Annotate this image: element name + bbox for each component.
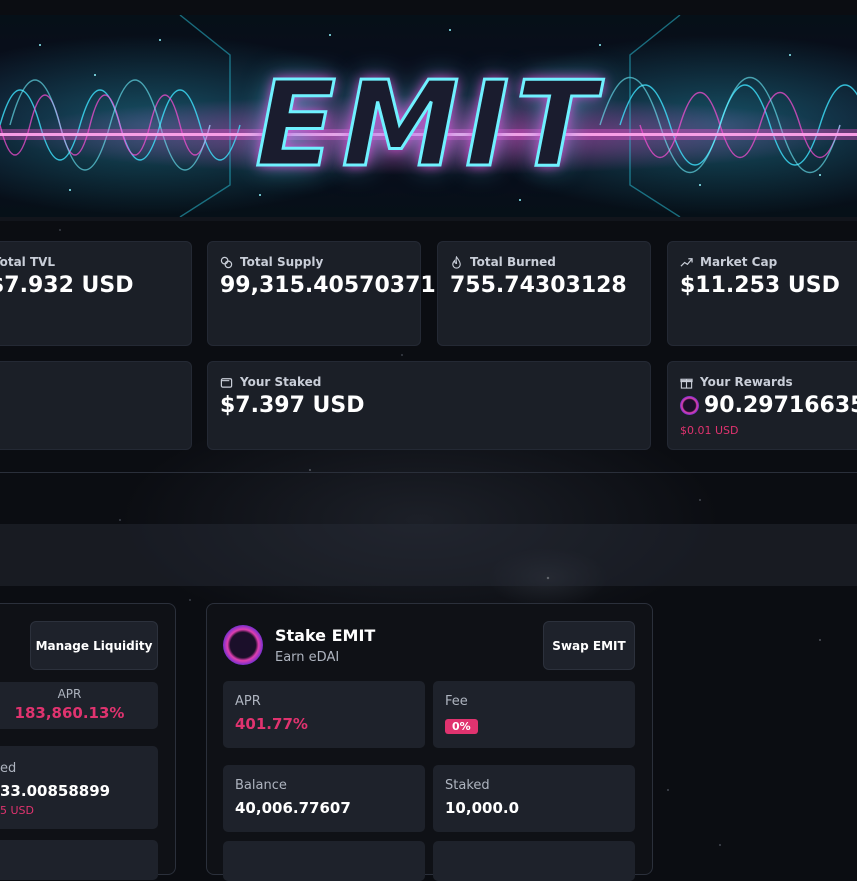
total-burned-label: Total Burned bbox=[470, 255, 556, 269]
staked-label: Staked bbox=[445, 778, 490, 793]
left-staked-label: ed bbox=[0, 761, 17, 776]
market-cap-label: Market Cap bbox=[700, 255, 778, 269]
section-divider bbox=[0, 472, 857, 473]
left-staked-value: 33.00858899 bbox=[0, 782, 111, 800]
stake-pool-subtitle: Earn eDAI bbox=[275, 650, 340, 665]
balance-value: 40,006.77607 bbox=[235, 799, 351, 817]
stat-label-total-supply: Total Supply bbox=[220, 255, 323, 269]
emit-logo: EMIT bbox=[254, 54, 602, 195]
extra-tile-right bbox=[433, 841, 635, 881]
left-extra-tile bbox=[0, 840, 158, 880]
left-staked-tile: ed 33.00858899 5 USD bbox=[0, 746, 158, 829]
apr-tile: APR 401.77% bbox=[223, 681, 425, 748]
total-tvl-value: $7.932 USD bbox=[0, 273, 134, 298]
staked-value: 10,000.0 bbox=[445, 799, 520, 817]
total-tvl-label: Total TVL bbox=[0, 255, 56, 269]
gift-icon bbox=[680, 378, 693, 389]
stat-label-total-burned: Total Burned bbox=[450, 255, 556, 269]
total-supply-value: 99,315.40570371 bbox=[220, 273, 436, 298]
fee-tile: Fee 0% bbox=[433, 681, 635, 748]
stake-emit-panel: Stake EMIT Earn eDAI Swap EMIT APR 401.7… bbox=[206, 603, 653, 881]
your-rewards-value: 90.29716635 bbox=[704, 393, 857, 418]
left-apr-label: APR bbox=[57, 687, 82, 701]
content-strip bbox=[0, 524, 857, 586]
stat-card-total-supply: Total Supply 99,315.40570371 bbox=[207, 241, 436, 346]
fee-badge: 0% bbox=[445, 719, 478, 734]
left-apr-tile: APR 183,860.13% bbox=[0, 682, 158, 729]
your-staked-label: Your Staked bbox=[240, 375, 322, 389]
stake-pool-title: Stake EMIT bbox=[275, 626, 376, 645]
your-rewards-label: Your Rewards bbox=[700, 375, 793, 389]
emit-banner: EMIT bbox=[0, 15, 857, 217]
extra-tile-left bbox=[223, 841, 425, 881]
apr-label: APR bbox=[235, 694, 261, 709]
banner-divider bbox=[0, 217, 857, 221]
liquidity-pool-panel: Manage Liquidity APR 183,860.13% ed 33.0… bbox=[0, 603, 176, 880]
stat-card-your-staked: Your Staked $7.397 USD bbox=[207, 361, 651, 450]
staked-tile: Staked 10,000.0 bbox=[433, 765, 635, 832]
your-rewards-usd: $0.01 USD bbox=[680, 424, 739, 437]
left-staked-usd: 5 USD bbox=[0, 804, 34, 817]
swap-emit-button[interactable]: Swap EMIT bbox=[543, 621, 635, 670]
balance-label: Balance bbox=[235, 778, 287, 793]
left-apr-value: 183,860.13% bbox=[14, 704, 125, 722]
manage-liquidity-button[interactable]: Manage Liquidity bbox=[30, 621, 158, 670]
emit-token-icon bbox=[223, 625, 263, 665]
total-supply-label: Total Supply bbox=[240, 255, 324, 269]
fee-label: Fee bbox=[445, 694, 468, 709]
stat-card-market-cap: Market Cap $11.253 USD bbox=[667, 241, 857, 346]
flame-icon bbox=[452, 255, 461, 269]
stat-label-total-tvl: Total TVL bbox=[0, 255, 55, 269]
stat-label-market-cap: Market Cap bbox=[680, 255, 777, 269]
stat-card-your-rewards: Your Rewards 90.29716635 $0.01 USD bbox=[667, 361, 857, 450]
stat-card-empty bbox=[0, 361, 192, 450]
apr-value: 401.77% bbox=[235, 715, 308, 733]
stat-label-your-rewards: Your Rewards bbox=[680, 375, 793, 389]
trending-up-icon bbox=[680, 257, 693, 267]
market-cap-value: $11.253 USD bbox=[680, 273, 840, 298]
coins-icon bbox=[220, 256, 233, 268]
total-burned-value: 755.74303128 bbox=[450, 273, 627, 298]
your-staked-value: $7.397 USD bbox=[220, 393, 365, 418]
stat-card-total-burned: Total Burned 755.74303128 bbox=[437, 241, 651, 346]
stat-card-total-tvl: Total TVL $7.932 USD bbox=[0, 241, 192, 346]
balance-tile: Balance 40,006.77607 bbox=[223, 765, 425, 832]
wallet-icon bbox=[220, 377, 233, 388]
stat-label-your-staked: Your Staked bbox=[220, 375, 321, 389]
emit-coin-icon bbox=[680, 396, 699, 415]
